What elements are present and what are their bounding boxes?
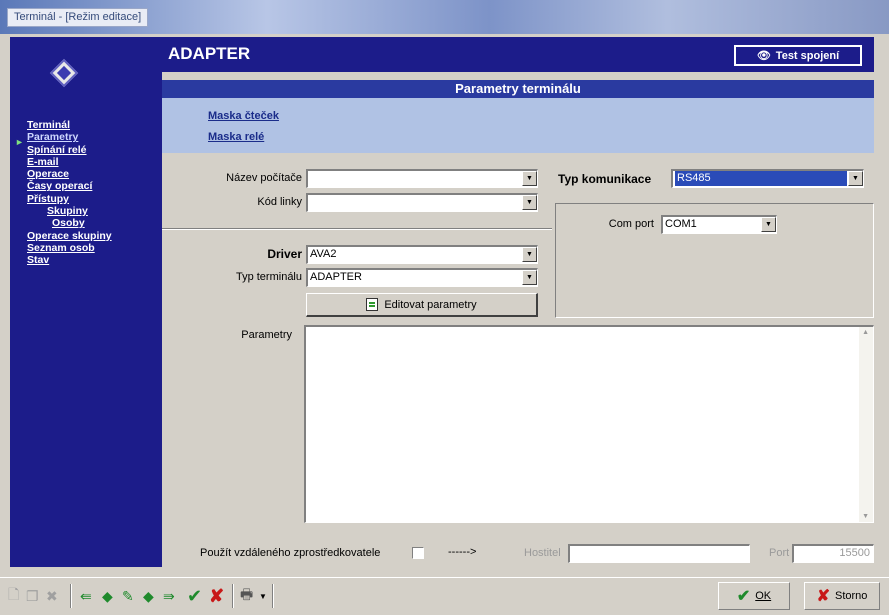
toolbar: 🗋 ❐ ✖ ⇚ ◆ ✎ ◆ ⇛ ✔ ✘ 🖶 ▼ ✔ OK ✘ Storno	[0, 577, 889, 615]
storno-button[interactable]: ✘ Storno	[804, 582, 880, 610]
header: ADAPTER 👁 Test spojení	[162, 37, 874, 72]
sidebar-item-operace-skupiny[interactable]: Operace skupiny	[10, 230, 162, 242]
port-field[interactable]: 15500	[792, 544, 874, 563]
sidebar: ► Terminál Parametry Spínání relé E-mail…	[10, 37, 162, 567]
sidebar-item-spinani-rele[interactable]: Spínání relé	[10, 144, 162, 156]
main-form: Název počítače ▼ Kód linky ▼ Driver AVA2…	[162, 155, 874, 540]
sidebar-nav: Terminál Parametry Spínání relé E-mail O…	[10, 119, 162, 267]
toolbar-separator	[70, 584, 72, 608]
edit-parameters-label: Editovat parametry	[384, 298, 477, 311]
terminal-type-select[interactable]: ADAPTER ▼	[306, 268, 538, 287]
edit-parameters-button[interactable]: Editovat parametry	[306, 293, 538, 317]
mask-readers-link[interactable]: Maska čteček	[208, 110, 279, 122]
sidebar-item-skupiny[interactable]: Skupiny	[10, 205, 162, 217]
line-code-label: Kód linky	[257, 196, 302, 208]
first-record-icon[interactable]: ⇚	[80, 584, 92, 608]
sidebar-item-stav[interactable]: Stav	[10, 254, 162, 266]
line-code-select[interactable]: ▼	[306, 193, 538, 212]
arrow-indicator: ------>	[448, 546, 477, 558]
edit-record-icon[interactable]: ✎	[122, 584, 134, 608]
params-textarea[interactable]: ▲ ▼	[304, 325, 874, 523]
host-label: Hostitel	[524, 547, 561, 559]
chevron-down-icon: ▼	[522, 247, 537, 262]
chevron-down-icon: ▼	[522, 171, 537, 186]
new-document-icon[interactable]: 🗋	[8, 584, 19, 608]
toolbar-separator	[232, 584, 234, 608]
sidebar-item-casy-operaci[interactable]: Časy operací	[10, 180, 162, 192]
comm-type-select[interactable]: RS485 ▼	[671, 169, 864, 188]
vertical-scrollbar[interactable]: ▲ ▼	[859, 327, 873, 522]
ok-button[interactable]: ✔ OK	[718, 582, 790, 610]
print-icon[interactable]: 🖶	[240, 584, 253, 608]
application-window: Terminál - [Režim editace] ► Terminál Pa…	[0, 0, 889, 615]
computer-name-label: Název počítače	[226, 172, 302, 184]
print-dropdown-icon[interactable]: ▼	[259, 584, 267, 608]
driver-label: Driver	[267, 247, 302, 261]
terminal-type-label: Typ terminálu	[235, 271, 302, 283]
params-label: Parametry	[241, 329, 292, 341]
confirm-icon[interactable]: ✔	[187, 584, 202, 608]
sidebar-item-seznam-osob[interactable]: Seznam osob	[10, 242, 162, 254]
close-icon: ✘	[816, 588, 830, 605]
previous-record-icon[interactable]: ◆	[102, 584, 113, 608]
storno-label: Storno	[834, 590, 868, 602]
last-record-icon[interactable]: ⇛	[163, 584, 175, 608]
chevron-down-icon: ▼	[761, 217, 776, 232]
sidebar-item-terminal[interactable]: Terminál	[10, 119, 162, 131]
sidebar-item-email[interactable]: E-mail	[10, 156, 162, 168]
delete-icon[interactable]: ✖	[46, 584, 58, 608]
divider	[162, 228, 552, 230]
app-logo-icon	[49, 58, 79, 88]
mask-relay-link[interactable]: Maska relé	[208, 131, 264, 143]
ok-label: OK	[755, 590, 772, 602]
chevron-down-icon: ▼	[522, 270, 537, 285]
remote-checkbox[interactable]	[412, 547, 424, 559]
next-record-icon[interactable]: ◆	[143, 584, 154, 608]
section-title: Parametry terminálu	[162, 80, 874, 98]
mask-panel: Maska čteček Maska relé	[162, 98, 874, 153]
toolbar-separator	[272, 584, 274, 608]
copy-icon[interactable]: ❐	[26, 584, 39, 608]
sidebar-item-osoby[interactable]: Osoby	[10, 217, 162, 229]
scroll-up-icon[interactable]: ▲	[862, 329, 869, 336]
scroll-down-icon[interactable]: ▼	[862, 513, 869, 520]
sidebar-item-parametry[interactable]: Parametry	[10, 131, 162, 143]
test-connection-button[interactable]: 👁 Test spojení	[734, 45, 862, 66]
check-icon: ✔	[736, 588, 751, 605]
remote-label: Použít vzdáleného zprostředkovatele	[200, 547, 381, 559]
host-field[interactable]	[568, 544, 750, 563]
remote-settings-row: Použít vzdáleného zprostředkovatele ----…	[162, 540, 874, 567]
edit-document-icon	[366, 298, 379, 311]
port-label: Port	[769, 547, 790, 559]
chevron-down-icon: ▼	[848, 171, 863, 186]
title-bar: Terminál - [Režim editace]	[0, 0, 889, 34]
sidebar-item-operace[interactable]: Operace	[10, 168, 162, 180]
driver-select[interactable]: AVA2 ▼	[306, 245, 538, 264]
com-port-select[interactable]: COM1 ▼	[661, 215, 777, 234]
test-connection-label: Test spojení	[775, 49, 840, 62]
page-title: ADAPTER	[168, 44, 251, 63]
cancel-icon[interactable]: ✘	[209, 584, 224, 608]
window-title: Terminál - [Režim editace]	[7, 8, 149, 27]
comm-type-label: Typ komunikace	[558, 172, 652, 186]
eye-icon: 👁	[756, 50, 771, 62]
com-port-group: Com port COM1 ▼	[555, 203, 874, 318]
computer-name-select[interactable]: ▼	[306, 169, 538, 188]
com-port-label: Com port	[608, 218, 654, 230]
chevron-down-icon: ▼	[522, 195, 537, 210]
sidebar-item-pristupy[interactable]: Přístupy	[10, 193, 162, 205]
